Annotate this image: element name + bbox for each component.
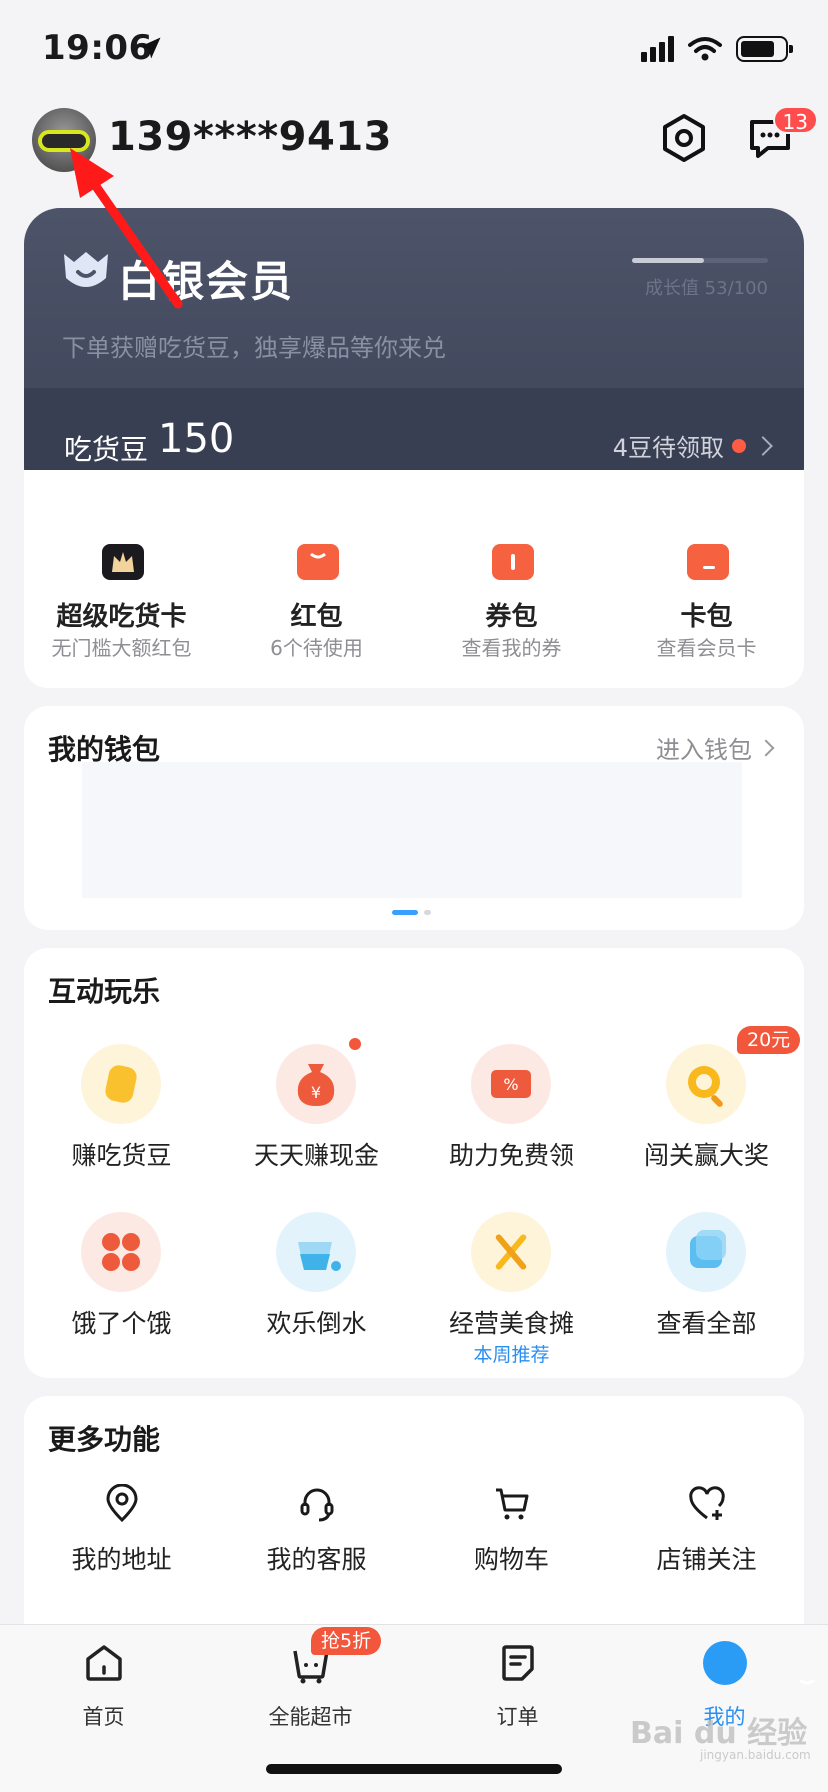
red-packet-icon [297,544,339,580]
play-item-earn-beans[interactable]: 赚吃货豆 [24,1044,219,1204]
svg-text:%: % [503,1075,518,1094]
me-icon [703,1641,815,1685]
quick-entries: 超级吃货卡 无门槛大额红包 红包 6个待使用 券包 查看我的券 卡包 查看会员卡 [24,470,804,688]
more-item-service[interactable]: 我的客服 [219,1484,414,1604]
watermark-url: jingyan.baidu.com [700,1748,811,1762]
play-item-label: 饿了个饿 [71,1309,172,1338]
weekly-recommend-label: 本周推荐 [473,1344,550,1366]
enter-wallet-link[interactable]: 进入钱包 [656,730,775,765]
quick-item-subtitle: 6个待使用 [270,636,363,660]
food-stall-icon [471,1212,551,1292]
cube-icon [666,1212,746,1292]
notification-dot [349,1038,361,1050]
order-icon [502,1645,534,1681]
play-item-label: 经营美食摊 [448,1309,574,1338]
play-item-daily-cash[interactable]: ¥ 天天赚现金 [219,1038,414,1204]
growth-progress-bar [632,258,768,263]
money-bag-icon: ¥ [276,1044,356,1124]
red-arrow-annotation [70,148,183,309]
magnifier-icon [666,1044,746,1124]
headset-icon [300,1488,334,1522]
quick-item-title: 超级吃货卡 [56,602,187,632]
play-item-hungry-game[interactable]: 饿了个饿 [24,1212,219,1372]
discount-badge: 抢5折 [311,1627,382,1655]
card-wallet-icon [687,544,729,580]
more-item-followed-shops[interactable]: 店铺关注 [609,1484,804,1604]
quick-item-subtitle: 查看会员卡 [656,636,757,660]
tab-label: 全能超市 [268,1705,353,1729]
tab-orders[interactable]: 订单 [414,1625,621,1755]
more-item-label: 我的客服 [266,1545,367,1574]
home-indicator[interactable] [266,1764,562,1774]
more-item-label: 我的地址 [71,1545,172,1574]
more-item-cart[interactable]: 购物车 [414,1484,609,1604]
tab-label: 首页 [82,1705,125,1729]
prize-badge: 20元 [737,1026,801,1054]
chevron-right-icon [753,435,773,456]
carousel-pager [392,910,431,915]
location-arrow-icon [139,37,161,59]
home-icon [86,1645,122,1681]
settings-icon[interactable] [658,112,710,164]
cart-icon [496,1488,529,1520]
watermark: Bai du 经验 [630,1716,808,1751]
play-item-label: 赚吃货豆 [71,1141,172,1170]
member-subtitle: 下单获赠吃货豆，独享爆品等你来兑 [62,334,446,362]
quick-item-coupons[interactable]: 券包 查看我的券 [414,470,609,688]
play-item-label: 查看全部 [656,1309,757,1338]
play-item-view-all[interactable]: 查看全部 [609,1212,804,1372]
play-item-free-claim[interactable]: % 助力免费领 [414,1044,609,1204]
quick-item-subtitle: 查看我的券 [461,636,562,660]
quick-item-title: 红包 [290,602,343,632]
interactive-play-section: 互动玩乐 赚吃货豆 ¥ 天天赚现金 % 助力免费领 20元 闯关赢大奖 饿了个饿 [24,948,804,1378]
battery-icon [736,36,793,62]
more-item-label: 店铺关注 [656,1545,757,1574]
water-cup-icon [276,1212,356,1292]
tab-label: 订单 [496,1705,539,1729]
quick-item-cards[interactable]: 卡包 查看会员卡 [609,470,804,688]
play-item-pour-water[interactable]: 欢乐倒水 [219,1212,414,1372]
beans-pending-link[interactable]: 4豆待领取 [612,428,773,463]
growth-value: 成长值 53/100 [644,278,768,299]
wallet-section: 我的钱包 进入钱包 [24,706,804,930]
notification-dot [732,438,746,453]
svg-text:¥: ¥ [311,1083,321,1102]
heart-plus-icon [689,1486,725,1520]
quick-item-super-card[interactable]: 超级吃货卡 无门槛大额红包 [24,470,219,688]
discount-ticket-icon: % [471,1044,551,1124]
bean-icon [81,1044,161,1124]
enter-wallet-text: 进入钱包 [656,736,752,764]
tab-supermarket[interactable]: 抢5折 全能超市 [207,1625,414,1755]
play-item-label: 助力免费领 [448,1141,574,1170]
play-item-level-prize[interactable]: 20元 闯关赢大奖 [609,1026,804,1204]
message-count-badge: 13 [772,106,818,134]
cellular-signal-icon [641,36,674,62]
beans-value: 150 [158,416,235,462]
messages-button[interactable]: 13 [744,106,818,164]
wallet-carousel[interactable] [82,762,742,898]
quick-item-title: 卡包 [680,602,733,632]
quick-item-subtitle: 无门槛大额红包 [51,636,192,660]
vip-card-icon [102,544,144,580]
play-item-label: 闯关赢大奖 [643,1141,769,1170]
play-item-label: 欢乐倒水 [266,1309,367,1338]
more-item-address[interactable]: 我的地址 [24,1484,219,1604]
quick-item-red-packet[interactable]: 红包 6个待使用 [219,470,414,688]
wifi-icon [688,37,722,61]
more-title: 更多功能 [48,1423,161,1456]
status-indicators [641,34,793,64]
status-bar: 19:06 [0,0,828,96]
beans-label: 吃货豆 [64,433,149,466]
location-pin-icon [106,1484,138,1523]
beans-pending-text: 4豆待领取 [612,434,724,462]
play-title: 互动玩乐 [48,975,161,1008]
play-item-food-stall[interactable]: 经营美食摊 本周推荐 [414,1212,609,1372]
play-item-label: 天天赚现金 [253,1141,379,1170]
chevron-right-icon [757,739,775,756]
game-tiles-icon [81,1212,161,1292]
tab-home[interactable]: 首页 [0,1625,207,1755]
more-item-label: 购物车 [473,1545,549,1574]
coupon-icon [492,544,534,580]
quick-item-title: 券包 [485,602,538,632]
